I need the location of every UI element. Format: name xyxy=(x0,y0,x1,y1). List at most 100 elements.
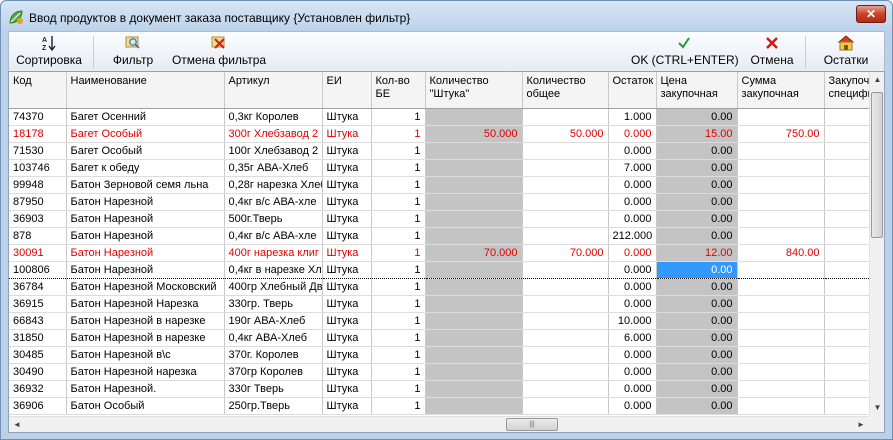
table-row[interactable]: 66843 Батон Нарезной в нарезке 190г АВА-Хл… xyxy=(9,312,872,330)
cell-code[interactable]: 74370 xyxy=(9,108,67,126)
scroll-down-icon[interactable]: ▼ xyxy=(870,400,884,416)
table-row[interactable]: 36932 Батон Нарезной. 330г Тверь Штука 1 0.00… xyxy=(9,380,872,398)
cell-qty-piece[interactable] xyxy=(425,260,523,279)
cell-code[interactable]: 36932 xyxy=(9,380,67,398)
col-header-unit[interactable]: ЕИ xyxy=(322,72,372,109)
cell-spec[interactable] xyxy=(824,176,872,194)
cell-price[interactable]: 0.00 xyxy=(656,363,738,381)
cell-qty-total[interactable] xyxy=(522,397,609,415)
cell-unit[interactable]: Штука xyxy=(322,176,372,194)
cell-spec[interactable] xyxy=(824,397,872,415)
horizontal-scrollbar[interactable]: ◄ ||| ► xyxy=(9,416,869,432)
cell-price[interactable]: 0.00 xyxy=(656,278,738,296)
cell-qty-be[interactable]: 1 xyxy=(371,244,426,262)
cell-price[interactable]: 0.00 xyxy=(656,260,738,279)
cell-code[interactable]: 87950 xyxy=(9,193,67,211)
cell-qty-piece[interactable] xyxy=(425,210,523,228)
cell-unit[interactable]: Штука xyxy=(322,108,372,126)
cell-qty-total[interactable] xyxy=(522,278,609,296)
scroll-up-icon[interactable]: ▲ xyxy=(870,72,884,88)
table-row[interactable]: 36784 Батон Нарезной Московский 400гр Хлеб… xyxy=(9,278,872,296)
cell-qty-total[interactable] xyxy=(522,210,609,228)
cell-article[interactable]: 0,4кг в/с АВА-хле xyxy=(224,193,323,211)
cell-price[interactable]: 15.00 xyxy=(656,125,738,143)
cell-rest[interactable]: 0.000 xyxy=(608,125,657,143)
cell-spec[interactable] xyxy=(824,363,872,381)
cell-article[interactable]: 0,35г АВА-Хлеб xyxy=(224,159,323,177)
cell-qty-be[interactable]: 1 xyxy=(371,295,426,313)
vertical-scrollbar[interactable]: ▲ ▼ xyxy=(869,72,884,416)
cell-rest[interactable]: 0.000 xyxy=(608,363,657,381)
cell-spec[interactable] xyxy=(824,193,872,211)
cell-name[interactable]: Батон Нарезной в нарезке xyxy=(66,312,225,330)
cell-spec[interactable] xyxy=(824,210,872,228)
cell-sum[interactable] xyxy=(737,363,825,381)
cell-spec[interactable] xyxy=(824,278,872,296)
cell-unit[interactable]: Штука xyxy=(322,363,372,381)
cell-code[interactable]: 66843 xyxy=(9,312,67,330)
cell-code[interactable]: 99948 xyxy=(9,176,67,194)
cell-qty-be[interactable]: 1 xyxy=(371,397,426,415)
cell-qty-total[interactable] xyxy=(522,295,609,313)
table-row[interactable]: 36903 Батон Нарезной 500г.Тверь Штука 1 0.000… xyxy=(9,210,872,228)
cell-price[interactable]: 0.00 xyxy=(656,176,738,194)
cell-price[interactable]: 0.00 xyxy=(656,346,738,364)
table-row[interactable]: 36915 Батон Нарезной Нарезка 330гр. Тверь Ш… xyxy=(9,295,872,313)
cell-rest[interactable]: 0.000 xyxy=(608,278,657,296)
cell-qty-total[interactable] xyxy=(522,227,609,245)
cell-code[interactable]: 18178 xyxy=(9,125,67,143)
table-row[interactable]: 36906 Батон Особый 250гр.Тверь Штука 1 0.000 0… xyxy=(9,397,872,415)
cell-article[interactable]: 250гр.Тверь xyxy=(224,397,323,415)
cell-name[interactable]: Батон Нарезной xyxy=(66,227,225,245)
cell-price[interactable]: 0.00 xyxy=(656,295,738,313)
col-header-rest[interactable]: Остаток xyxy=(608,72,657,109)
cell-name[interactable]: Багет Осенний xyxy=(66,108,225,126)
cell-qty-be[interactable]: 1 xyxy=(371,210,426,228)
cell-article[interactable]: 0,4кг в нарезке Хл xyxy=(224,260,323,279)
cell-unit[interactable]: Штука xyxy=(322,125,372,143)
cell-article[interactable]: 0,4кг АВА-Хлеб xyxy=(224,329,323,347)
cell-rest[interactable]: 0.000 xyxy=(608,380,657,398)
cell-name[interactable]: Батон Нарезной в\с xyxy=(66,346,225,364)
cell-code[interactable]: 36906 xyxy=(9,397,67,415)
cell-sum[interactable] xyxy=(737,108,825,126)
cell-unit[interactable]: Штука xyxy=(322,210,372,228)
cell-qty-be[interactable]: 1 xyxy=(371,346,426,364)
col-header-name[interactable]: Наименование xyxy=(66,72,225,109)
horizontal-scroll-thumb[interactable]: ||| xyxy=(506,418,558,431)
cell-article[interactable]: 100г Хлебзавод 2 xyxy=(224,142,323,160)
cell-article[interactable]: 0,28г нарезка Хлеб xyxy=(224,176,323,194)
cell-price[interactable]: 0.00 xyxy=(656,108,738,126)
cell-rest[interactable]: 0.000 xyxy=(608,397,657,415)
cell-code[interactable]: 30091 xyxy=(9,244,67,262)
cell-name[interactable]: Батон Нарезной xyxy=(66,210,225,228)
cell-qty-total[interactable] xyxy=(522,193,609,211)
col-header-qty-be[interactable]: Кол-во БЕ xyxy=(371,72,426,109)
cell-qty-be[interactable]: 1 xyxy=(371,380,426,398)
cell-code[interactable]: 36903 xyxy=(9,210,67,228)
cell-article[interactable]: 0,4кг в/с АВА-хле xyxy=(224,227,323,245)
col-header-article[interactable]: Артикул xyxy=(224,72,323,109)
cell-price[interactable]: 0.00 xyxy=(656,193,738,211)
cell-qty-be[interactable]: 1 xyxy=(371,193,426,211)
cell-qty-total[interactable] xyxy=(522,363,609,381)
cell-qty-piece[interactable] xyxy=(425,278,523,296)
cell-name[interactable]: Батон Зерновой семя льна xyxy=(66,176,225,194)
cell-name[interactable]: Батон Нарезной в нарезке xyxy=(66,329,225,347)
cell-name[interactable]: Батон Особый xyxy=(66,397,225,415)
cell-qty-total[interactable] xyxy=(522,176,609,194)
cell-name[interactable]: Батон Нарезной нарезка xyxy=(66,363,225,381)
cell-sum[interactable] xyxy=(737,278,825,296)
cell-article[interactable]: 370г. Королев xyxy=(224,346,323,364)
cell-name[interactable]: Батон Нарезной xyxy=(66,244,225,262)
cell-qty-total[interactable] xyxy=(522,380,609,398)
cell-rest[interactable]: 0.000 xyxy=(608,260,657,279)
cancel-filter-button[interactable]: Отмена фильтра xyxy=(167,34,271,70)
cell-sum[interactable] xyxy=(737,260,825,279)
cell-sum[interactable] xyxy=(737,295,825,313)
cell-sum[interactable] xyxy=(737,312,825,330)
scroll-left-icon[interactable]: ◄ xyxy=(9,417,25,432)
cell-qty-total[interactable] xyxy=(522,312,609,330)
ok-button[interactable]: OK (CTRL+ENTER) xyxy=(631,34,739,70)
cell-rest[interactable]: 0.000 xyxy=(608,142,657,160)
